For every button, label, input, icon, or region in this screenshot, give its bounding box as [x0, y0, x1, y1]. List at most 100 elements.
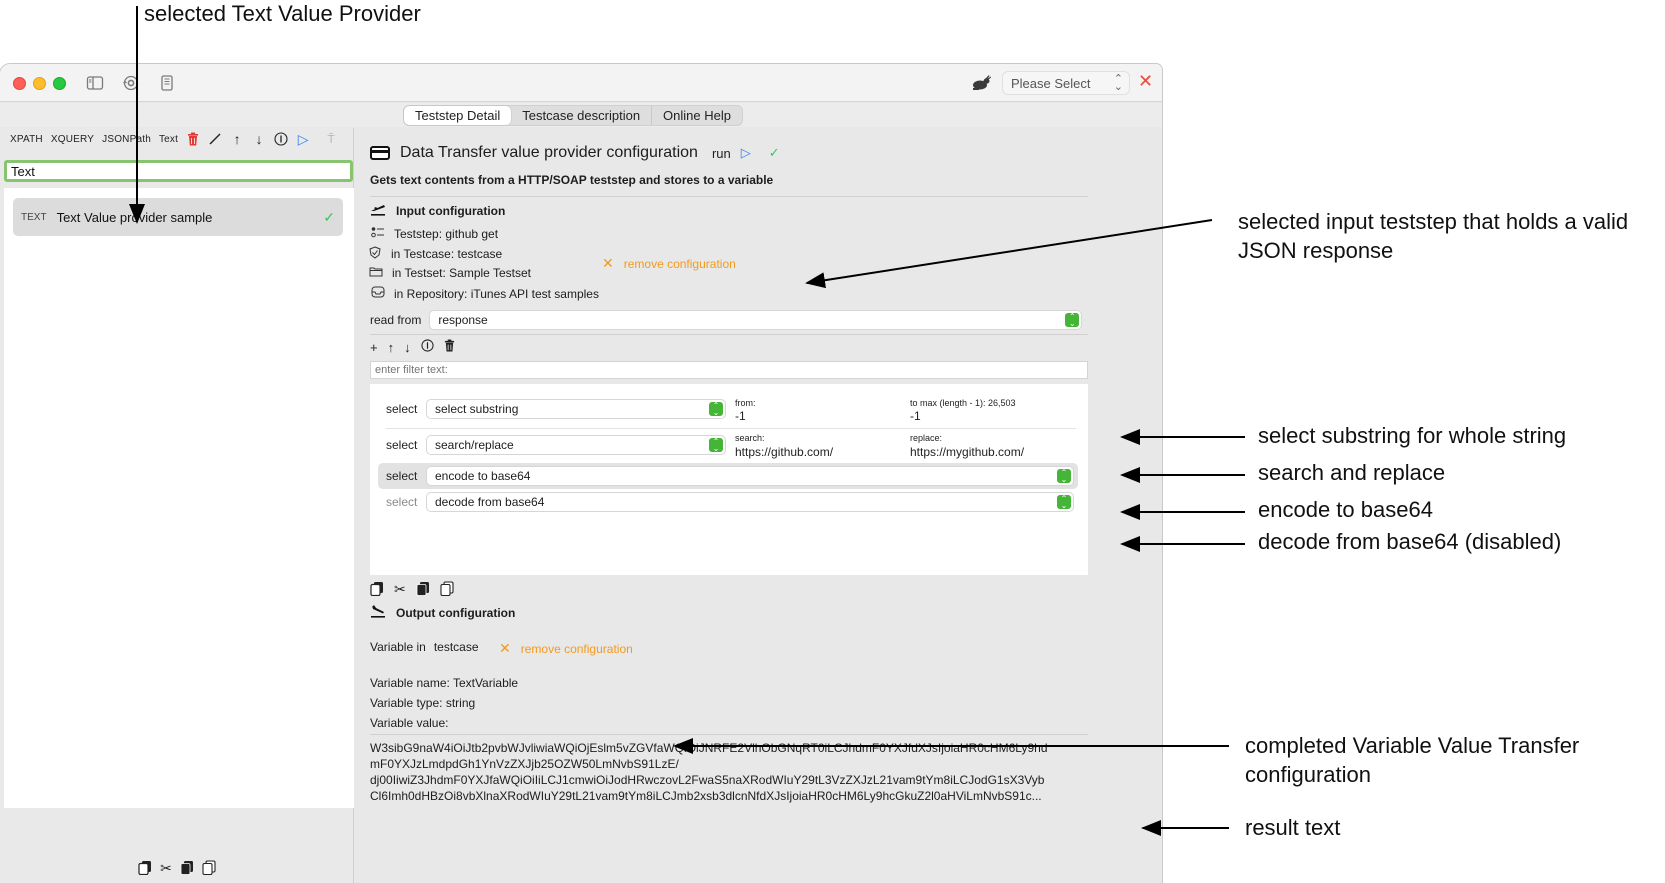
operation-select-value: select substring [435, 402, 519, 416]
teststep-label: Teststep: github get [394, 226, 499, 241]
replace-label: replace: [910, 433, 943, 443]
annotation-result: result text [1245, 815, 1341, 840]
operation-label: select [386, 495, 418, 509]
operation-select[interactable]: encode to base64 ⌃ ⌄ [426, 466, 1074, 486]
row-divider [386, 428, 1076, 429]
add-icon[interactable]: + [370, 340, 378, 355]
read-from-select[interactable]: response ⌃ ⌄ [429, 310, 1083, 330]
remove-output-config-button[interactable]: ✕ remove configuration [499, 640, 633, 657]
read-from-label: read from [370, 313, 422, 327]
operation-row-encode[interactable]: select encode to base64 ⌃ ⌄ [378, 463, 1078, 489]
edit-icon[interactable] [208, 132, 222, 146]
trash-icon[interactable] [444, 339, 455, 355]
operation-label: select [386, 402, 418, 416]
trash-icon[interactable] [186, 132, 200, 146]
sidebar-toggle-icon[interactable] [86, 74, 104, 92]
shield-check-icon [367, 246, 383, 262]
zoom-window-button[interactable] [53, 77, 66, 90]
tab-bar: Teststep Detail Testcase description Onl… [0, 103, 1162, 127]
pin-icon[interactable]: ⍑ [324, 132, 338, 146]
input-repository-row: in Repository: iTunes API test samples [370, 286, 599, 301]
provider-name: Text Value provider sample [56, 209, 213, 225]
rabbit-icon[interactable] [970, 74, 992, 92]
read-from-value: response [438, 313, 488, 327]
operation-select[interactable]: select substring ⌃ ⌄ [426, 399, 726, 419]
close-window-button[interactable] [13, 77, 26, 90]
duplicate-icon[interactable] [202, 860, 216, 876]
operation-label: select [386, 438, 418, 452]
output-config-heading: Output configuration [370, 604, 515, 621]
variable-in-value[interactable]: testcase [434, 640, 479, 654]
to-value[interactable]: -1 [910, 409, 921, 423]
operations-list: select select substring ⌃ ⌄ from: -1 to m… [370, 384, 1088, 575]
tab-testcase-description[interactable]: Testcase description [511, 106, 653, 125]
annotation-completed-line1: completed Variable Value Transfer [1245, 733, 1580, 758]
cut-icon[interactable]: ✂ [160, 860, 172, 876]
tab-segmented-control: Teststep Detail Testcase description Onl… [403, 105, 743, 126]
close-icon: ✕ [602, 255, 614, 271]
remove-input-config-button[interactable]: ✕ remove configuration [602, 255, 736, 272]
sync-settings-icon[interactable] [122, 74, 140, 92]
close-icon[interactable]: ✕ [1138, 71, 1153, 92]
operation-select-value: encode to base64 [435, 469, 531, 483]
play-icon[interactable]: ▷ [741, 145, 751, 161]
paste-icon[interactable] [416, 581, 430, 599]
repository-label: in Repository: iTunes API test samples [394, 286, 599, 301]
testcase-label: in Testcase: testcase [391, 247, 503, 261]
environment-select-value: Please Select [1011, 76, 1091, 91]
type-text-button[interactable]: Text [159, 134, 178, 145]
remove-input-config-label: remove configuration [623, 256, 736, 271]
chevron-up-down-icon: ⌃ ⌄ [709, 402, 723, 417]
environment-select[interactable]: Please Select ⌃ ⌄ [1002, 71, 1130, 95]
operations-filter-input[interactable] [370, 361, 1088, 379]
run-label[interactable]: run [712, 146, 731, 161]
type-xpath-button[interactable]: XPATH [10, 134, 43, 145]
search-value[interactable]: https://github.com/ [735, 445, 833, 459]
takeoff-icon [370, 202, 386, 219]
input-teststep-row: Teststep: github get [370, 226, 498, 241]
result-line: W3sibG9naW4iOiJtb2pvbWJvliwiaWQiOjEslm5v… [370, 741, 1048, 755]
info-icon[interactable] [274, 132, 288, 146]
operation-select[interactable]: search/replace ⌃ ⌄ [426, 435, 726, 455]
from-label: from: [735, 398, 756, 408]
to-max-label: to max (length - 1): 26,503 [910, 398, 1016, 408]
divider [370, 734, 1088, 735]
arrow-up-icon[interactable]: ↑ [230, 131, 244, 147]
replace-value[interactable]: https://mygithub.com/ [910, 445, 1024, 459]
type-jsonpath-button[interactable]: JSONPath [102, 134, 151, 145]
type-xquery-button[interactable]: XQUERY [51, 134, 94, 145]
arrow-down-icon[interactable]: ↓ [252, 131, 266, 147]
annotation-selected-provider: selected Text Value Provider [144, 1, 421, 26]
list-item[interactable]: TEXT Text Value provider sample ✓ [13, 198, 343, 236]
notes-icon[interactable] [158, 74, 176, 92]
variable-value-label: Variable value: [370, 716, 449, 730]
tab-online-help[interactable]: Online Help [652, 106, 742, 125]
provider-filter-input[interactable] [4, 160, 353, 182]
operation-row-decode: select decode from base64 ⌃ ⌄ [378, 489, 1078, 515]
operation-select-value: decode from base64 [435, 495, 545, 509]
annotation-search-replace: search and replace [1258, 460, 1446, 485]
operations-toolbar: + ↑ ↓ [370, 339, 455, 355]
minimize-window-button[interactable] [33, 77, 46, 90]
variable-type: Variable type: string [370, 696, 476, 710]
duplicate-icon[interactable] [440, 581, 454, 599]
from-value[interactable]: -1 [735, 409, 746, 423]
copy-icon[interactable] [370, 581, 384, 599]
copy-icon[interactable] [138, 860, 152, 876]
title-bar: Please Select ⌃ ⌄ ✕ [0, 64, 1162, 102]
info-icon[interactable] [421, 339, 434, 355]
paste-icon[interactable] [180, 860, 194, 875]
checkmark-icon: ✓ [323, 208, 335, 225]
arrow-down-icon[interactable]: ↓ [404, 340, 411, 355]
operation-select[interactable]: decode from base64 ⌃ ⌄ [426, 492, 1074, 512]
arrow-up-icon[interactable]: ↑ [388, 340, 395, 355]
result-text: W3sibG9naW4iOiJtb2pvbWJvliwiaWQiOjEslm5v… [370, 740, 1088, 804]
panel-subtitle: Gets text contents from a HTTP/SOAP test… [370, 173, 774, 187]
variable-name: Variable name: TextVariable [370, 676, 519, 690]
play-icon[interactable]: ▷ [296, 131, 310, 147]
tab-teststep-detail[interactable]: Teststep Detail [404, 106, 512, 125]
operation-label: select [386, 469, 418, 483]
result-line: Cl6Imh0dHBzOi8vbXlnaXRodWIuY29tL21vam9tY… [370, 789, 1042, 803]
annotation-input-line2: JSON response [1238, 238, 1394, 263]
cut-icon[interactable]: ✂ [394, 581, 406, 599]
